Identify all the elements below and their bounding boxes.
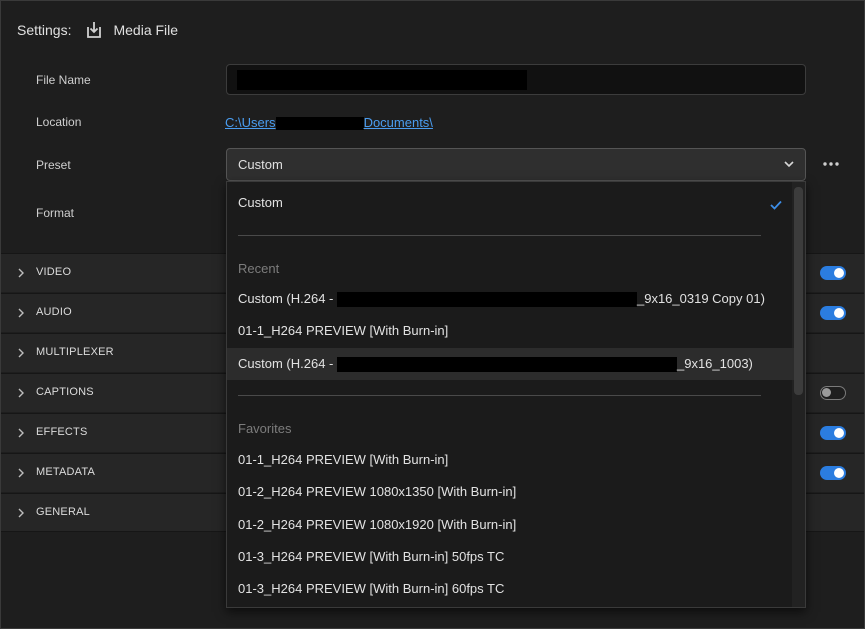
divider [238, 235, 761, 236]
preset-label: Preset [36, 158, 71, 172]
location-label: Location [36, 115, 82, 129]
menu-item-recent[interactable]: Custom (H.264 - _9x16_1003) [227, 348, 794, 380]
section-label: VIDEO [36, 266, 72, 278]
redacted-block [336, 357, 677, 373]
section-label: AUDIO [36, 306, 72, 318]
chevron-down-icon [784, 161, 794, 168]
preset-value: Custom [238, 157, 283, 172]
chevron-right-icon [18, 468, 24, 478]
section-label: MULTIPLEXER [36, 346, 114, 358]
recent-header: Recent [238, 261, 280, 276]
menu-item-label: 01-3_H264 PREVIEW [With Burn-in] 60fps T… [238, 581, 505, 596]
menu-item-label: Custom (H.264 - [238, 291, 337, 306]
menu-item-label: 01-1_H264 PREVIEW [With Burn-in] [238, 323, 449, 338]
location-prefix: C:\Users [225, 115, 276, 130]
metadata-toggle[interactable] [820, 466, 846, 480]
preset-dropdown-list: Custom Recent Custom (H.264 - _9x16_0319… [226, 181, 806, 608]
chevron-right-icon [18, 428, 24, 438]
destination-title: Media File [113, 22, 179, 38]
menu-item-recent[interactable]: Custom (H.264 - _9x16_0319 Copy 01) [227, 283, 794, 315]
effects-toggle[interactable] [820, 426, 846, 440]
file-name-label: File Name [36, 73, 91, 87]
redacted-block [237, 70, 527, 90]
location-link[interactable]: C:\Users Documents\ [225, 115, 433, 131]
menu-item-favorite[interactable]: 01-2_H264 PREVIEW 1080x1920 [With Burn-i… [227, 509, 794, 541]
section-label: EFFECTS [36, 426, 88, 438]
redacted-block [275, 117, 364, 131]
menu-item-label: Custom (H.264 - [238, 356, 337, 371]
menu-item-favorite[interactable]: 01-3_H264 PREVIEW [With Burn-in] 50fps T… [227, 541, 794, 573]
location-suffix: Documents\ [363, 115, 433, 130]
menu-item-label: 01-2_H264 PREVIEW 1080x1920 [With Burn-i… [238, 517, 517, 532]
more-options-icon[interactable] [821, 155, 841, 173]
chevron-right-icon [18, 308, 24, 318]
preset-dropdown[interactable]: Custom [226, 148, 806, 181]
menu-item-recent[interactable]: 01-1_H264 PREVIEW [With Burn-in] [227, 315, 794, 347]
video-toggle[interactable] [820, 266, 846, 280]
favorites-header: Favorites [238, 421, 292, 436]
menu-item-favorite[interactable]: 01-3_H264 PREVIEW [With Burn-in] 60fps T… [227, 573, 794, 605]
chevron-right-icon [18, 388, 24, 398]
section-label: METADATA [36, 466, 96, 478]
audio-toggle[interactable] [820, 306, 846, 320]
scrollbar-thumb[interactable] [794, 187, 803, 395]
settings-header: Settings: Media File [17, 21, 178, 39]
menu-item-label: 01-2_H264 PREVIEW 1080x1350 [With Burn-i… [238, 484, 517, 499]
menu-item-favorite[interactable]: 01-1_H264 PREVIEW [With Burn-in] [227, 444, 794, 476]
export-settings-panel: Settings: Media File File Name Location … [0, 0, 865, 629]
chevron-right-icon [18, 268, 24, 278]
file-name-input[interactable] [226, 64, 806, 95]
captions-toggle[interactable] [820, 386, 846, 400]
redacted-block [336, 292, 637, 308]
menu-item-label: 01-1_H264 PREVIEW [With Burn-in] [238, 452, 449, 467]
chevron-right-icon [18, 508, 24, 518]
checkmark-icon [770, 200, 782, 210]
settings-label: Settings: [17, 22, 72, 38]
menu-item-favorite[interactable]: 01-2_H264 PREVIEW 1080x1350 [With Burn-i… [227, 476, 794, 508]
menu-item-label: 01-3_H264 PREVIEW [With Burn-in] 50fps T… [238, 549, 505, 564]
menu-item-custom[interactable]: Custom [227, 187, 794, 219]
section-label: CAPTIONS [36, 386, 94, 398]
menu-item-label: Custom [238, 195, 283, 210]
chevron-right-icon [18, 348, 24, 358]
menu-item-label: _9x16_0319 Copy 01) [636, 291, 765, 306]
download-icon [85, 21, 103, 39]
divider [238, 395, 761, 396]
menu-item-label: _9x16_1003) [676, 356, 753, 371]
format-label: Format [36, 206, 75, 220]
section-label: GENERAL [36, 506, 90, 518]
